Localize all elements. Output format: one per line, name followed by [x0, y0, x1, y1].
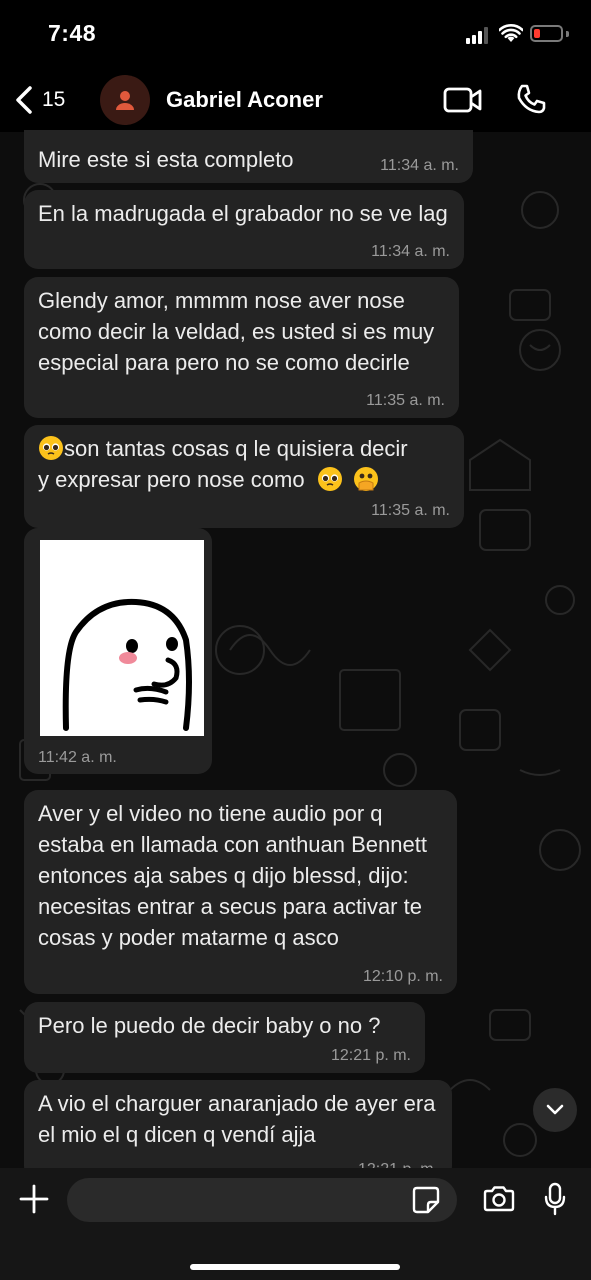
back-button[interactable]: 15 [14, 82, 65, 118]
contact-avatar[interactable] [100, 75, 150, 125]
person-icon [116, 91, 134, 110]
chevron-left-icon [16, 86, 32, 114]
message-bubble[interactable]: son tantas cosas q le quisiera decir y e… [24, 425, 464, 528]
sticker-button[interactable] [412, 1186, 440, 1219]
plus-icon [19, 1184, 49, 1214]
message-time: 11:34 a. m. [380, 157, 459, 174]
cellular-signal-icon [466, 26, 492, 44]
message-time: 11:34 a. m. [371, 243, 450, 260]
message-bubble[interactable]: Aver y el video no tiene audio por q est… [24, 790, 457, 994]
chat-screen: 7:48 15 Gabriel Aconer Mire este si esta… [0, 0, 591, 1280]
message-text: Mire este si esta completo [38, 147, 294, 172]
message-bubble[interactable]: Glendy amor, mmmm nose aver nose como de… [24, 277, 459, 418]
message-text: Glendy amor, mmmm nose aver nose como de… [38, 288, 435, 375]
message-time: 11:35 a. m. [371, 502, 450, 519]
home-indicator [190, 1264, 400, 1270]
camera-icon [483, 1186, 515, 1212]
battery-low-icon [530, 25, 563, 42]
message-text: Pero le puedo de decir baby o no ? [38, 1013, 381, 1038]
video-call-icon [443, 87, 482, 113]
chat-header: 15 Gabriel Aconer [0, 70, 591, 132]
phone-icon [517, 84, 546, 114]
shy-blob-drawing [62, 598, 192, 731]
message-time: 12:10 p. m. [362, 968, 443, 985]
status-bar: 7:48 [0, 0, 591, 70]
scroll-to-bottom-button[interactable] [533, 1088, 577, 1132]
sticker-icon [412, 1186, 440, 1214]
contact-name[interactable]: Gabriel Aconer [166, 87, 323, 113]
message-bubble[interactable]: Mire este si esta completo 11:34 a. m. [24, 130, 473, 183]
message-text: Aver y el video no tiene audio por q est… [38, 801, 427, 950]
face-with-open-eyes-and-hand-over-mouth-emoji [353, 467, 378, 491]
sticker-time-bubble: 11:42 a. m. [24, 742, 141, 774]
voice-call-button[interactable] [515, 83, 547, 120]
unread-chats-count: 15 [42, 88, 66, 111]
message-bubble[interactable]: A vio el charguer anaranjado de ayer era… [24, 1080, 452, 1180]
message-time: 12:21 p. m. [330, 1047, 411, 1064]
battery-cap [566, 31, 569, 37]
status-time: 7:48 [48, 20, 97, 46]
message-bubble[interactable]: Pero le puedo de decir baby o no ? 12:21… [24, 1002, 425, 1073]
message-text: son tantas cosas q le quisiera decir [64, 436, 408, 461]
microphone-icon [544, 1182, 566, 1216]
message-input[interactable] [67, 1178, 457, 1222]
microphone-button[interactable] [543, 1182, 567, 1221]
message-text: A vio el charguer anaranjado de ayer era… [38, 1091, 436, 1147]
attach-button[interactable] [18, 1183, 50, 1220]
pleading-face-emoji [39, 436, 63, 460]
composer-bar [0, 1168, 591, 1280]
wifi-icon [499, 24, 523, 42]
message-text: En la madrugada el grabador no se ve lag [38, 201, 448, 226]
video-call-button[interactable] [443, 86, 483, 119]
message-time: 11:35 a. m. [366, 392, 445, 409]
message-bubble[interactable]: En la madrugada el grabador no se ve lag… [24, 190, 464, 269]
shy-blob-sticker[interactable] [40, 540, 204, 736]
message-time: 11:42 a. m. [38, 749, 117, 766]
camera-button[interactable] [482, 1185, 516, 1218]
pleading-face-emoji [317, 467, 342, 491]
message-text: y expresar pero nose como [38, 467, 305, 492]
chevron-down-icon [546, 1104, 564, 1115]
